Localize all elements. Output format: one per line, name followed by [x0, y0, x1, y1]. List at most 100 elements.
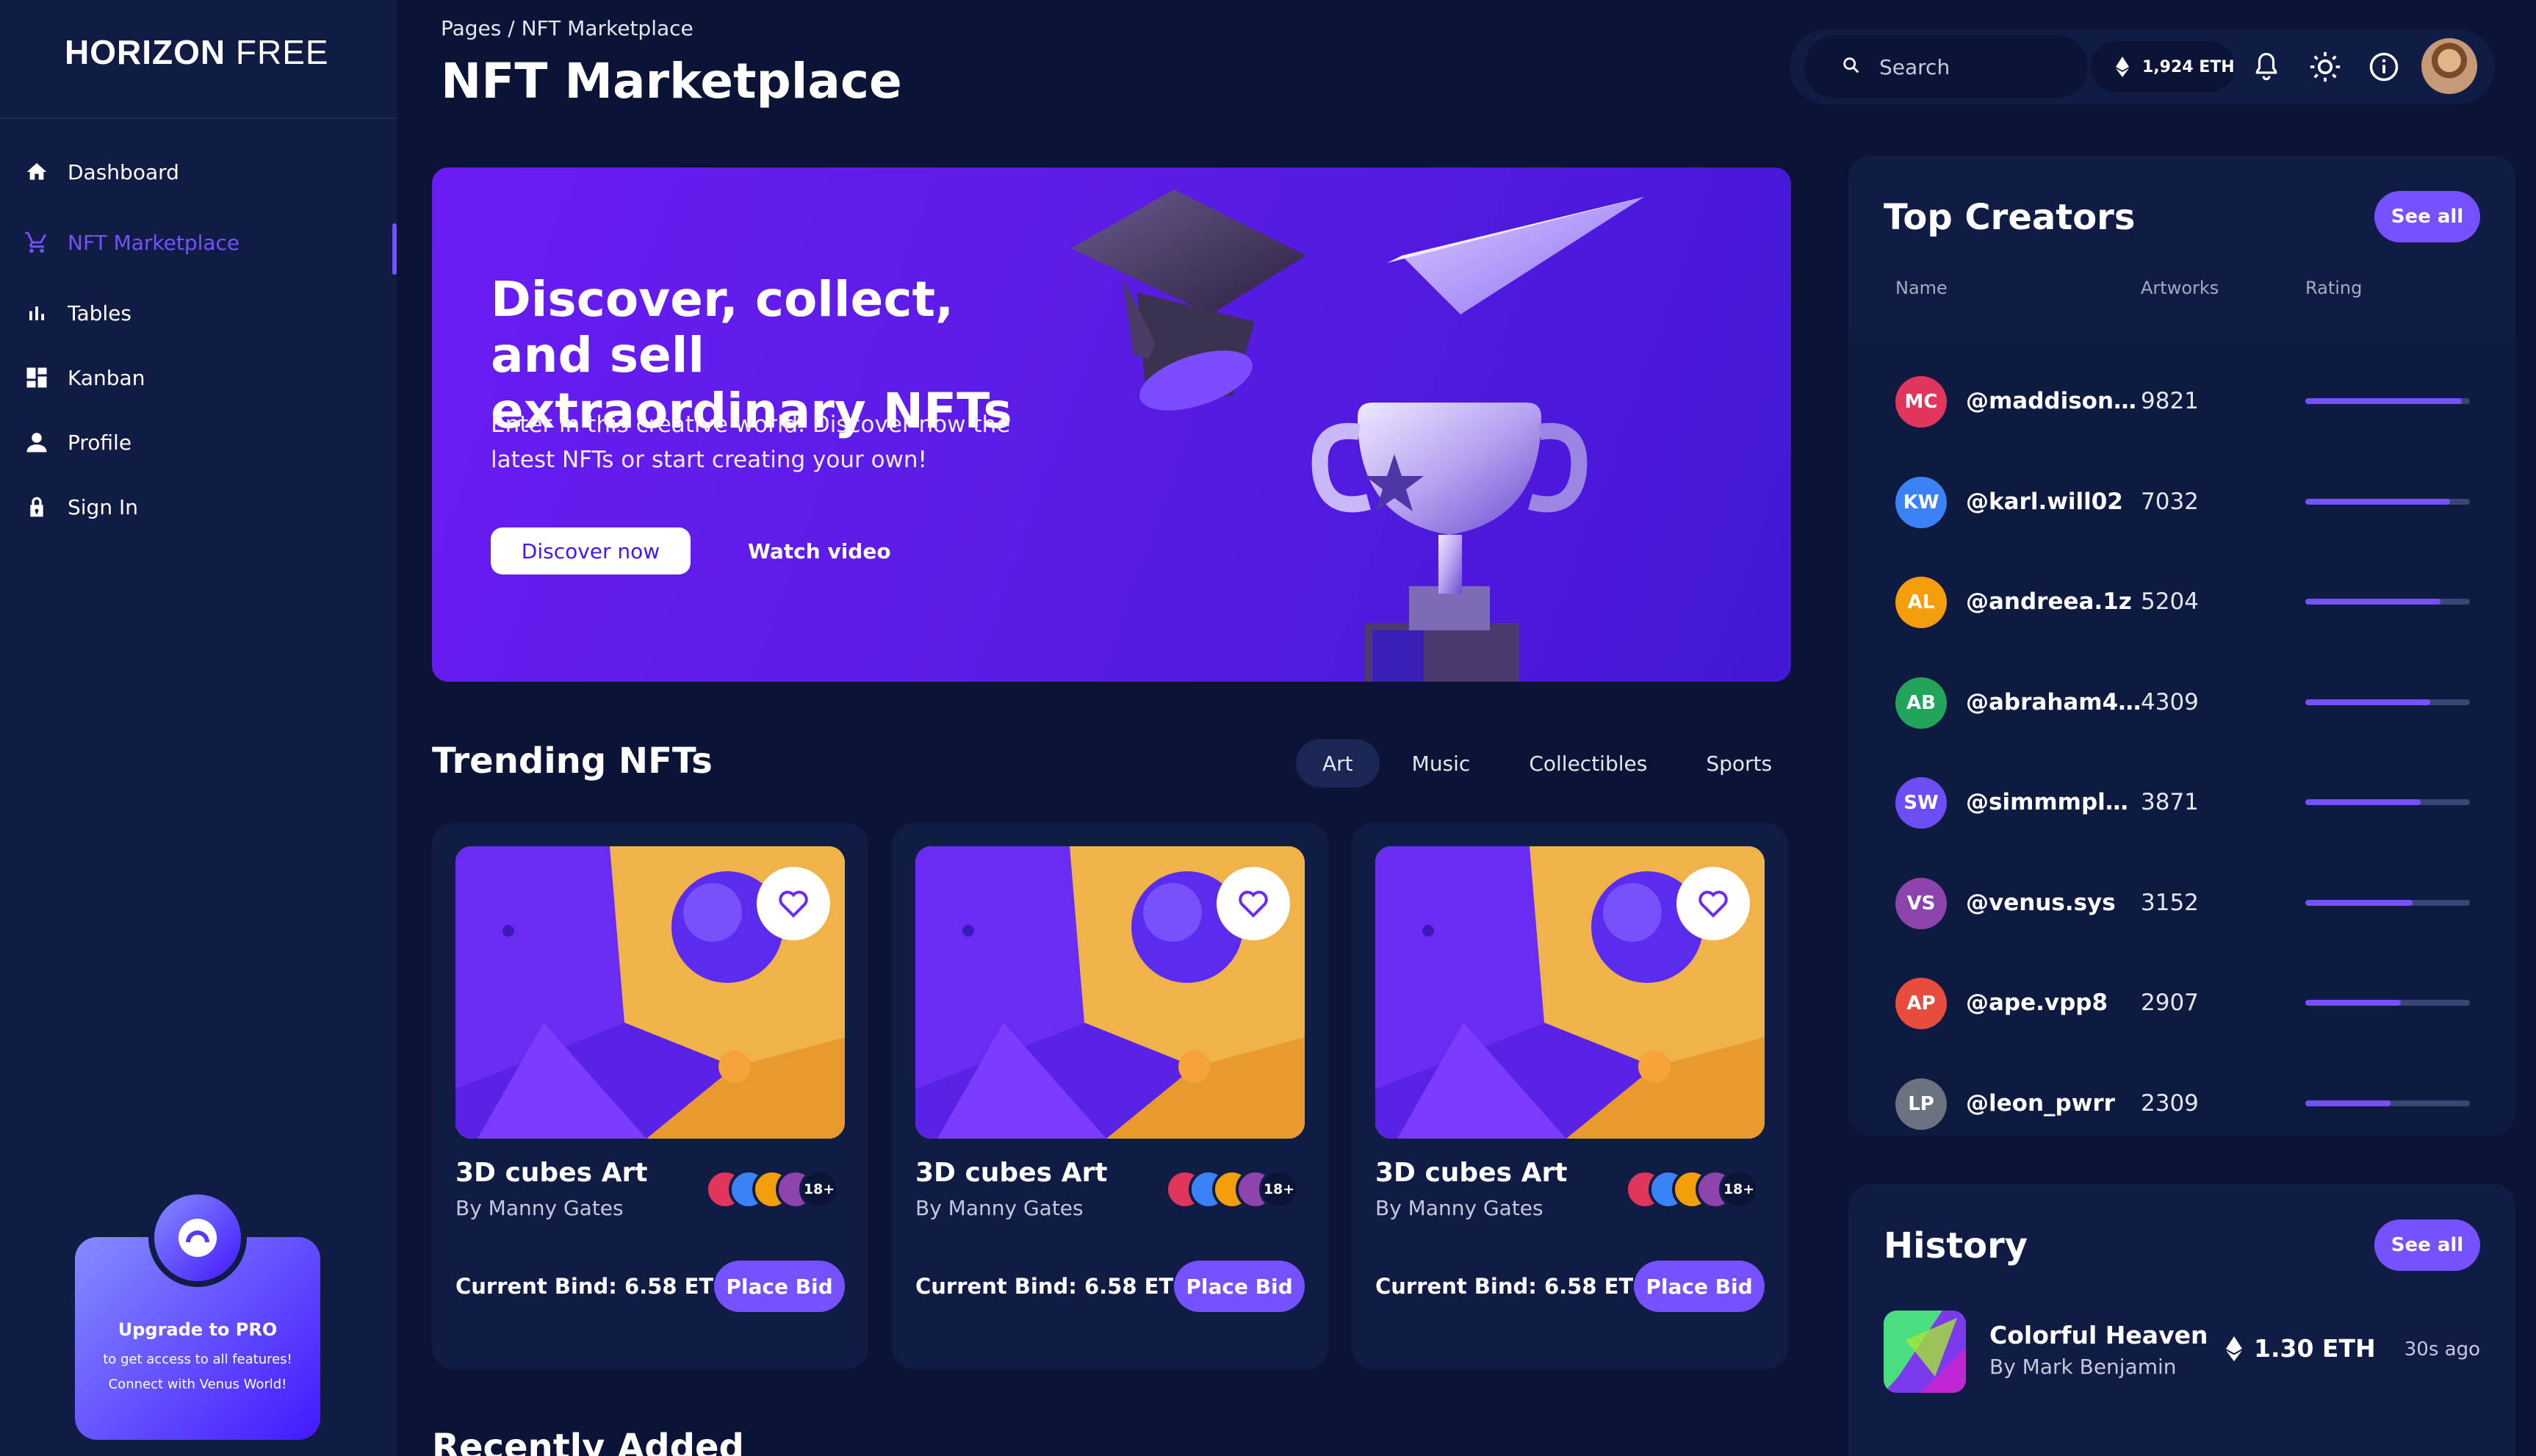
nft-author: By Manny Gates	[1375, 1196, 1543, 1220]
creator-name[interactable]: @karl.will02	[1966, 489, 2142, 515]
nft-card[interactable]: 3D cubes Art By Manny Gates 18+ Current …	[1352, 823, 1788, 1369]
tab-collectibles[interactable]: Collectibles	[1502, 739, 1674, 788]
bidder-avatars: 18+	[1625, 1170, 1772, 1209]
more-bidders-badge: 18+	[1259, 1170, 1299, 1209]
creator-row[interactable]: MC @maddison_c219821	[1848, 348, 2515, 448]
bidder-avatars: 18+	[1165, 1170, 1312, 1209]
creator-name[interactable]: @abraham47y	[1966, 689, 2142, 716]
creator-row[interactable]: AB @abraham47y 4309	[1848, 649, 2515, 749]
search-input[interactable]	[1879, 54, 2070, 79]
favorite-heart-icon[interactable]	[757, 867, 830, 940]
creator-row[interactable]: AL @andreea.1z 5204	[1848, 549, 2515, 649]
see-all-creators-button[interactable]: See all	[2374, 191, 2480, 242]
rating-bar	[2305, 699, 2470, 705]
paper-plane-icon	[1387, 197, 1644, 314]
history-item-name[interactable]: Colorful Heaven	[1989, 1321, 2208, 1349]
creator-name[interactable]: @andreea.1z	[1966, 588, 2142, 615]
creator-name[interactable]: @simmmple.web	[1966, 789, 2142, 815]
creator-row[interactable]: LP @leon_pwrr 2309	[1848, 1050, 2515, 1136]
history-panel: History See all Colorful Heaven By Mark …	[1848, 1184, 2515, 1456]
current-bid: Current Bind: 6.58 ETH	[455, 1274, 732, 1299]
rating-bar-fill	[2305, 1100, 2391, 1106]
creator-row[interactable]: SW @simmmple.web3871	[1848, 749, 2515, 849]
current-bid: Current Bind: 6.58 ETH	[1375, 1274, 1651, 1299]
sidebar-item-tables[interactable]: Tables	[0, 281, 397, 345]
nft-artwork-image[interactable]	[455, 846, 845, 1139]
creator-artworks: 9821	[2141, 388, 2199, 414]
top-toolbar: 1,924 ETH	[1790, 29, 2495, 104]
creator-row[interactable]: VS @venus.sys 3152	[1848, 850, 2515, 950]
see-all-history-button[interactable]: See all	[2374, 1219, 2480, 1271]
creator-row[interactable]: AP @ape.vpp8 2907	[1848, 950, 2515, 1050]
creator-name[interactable]: @maddison_c21	[1966, 388, 2142, 414]
more-bidders-badge: 18+	[799, 1170, 839, 1209]
page-title: NFT Marketplace	[441, 53, 902, 109]
tab-art[interactable]: Art	[1296, 739, 1380, 788]
nft-artwork-image[interactable]	[915, 846, 1305, 1139]
lock-icon	[24, 494, 50, 520]
place-bid-button[interactable]: Place Bid	[1174, 1261, 1305, 1312]
nft-card[interactable]: 3D cubes Art By Manny Gates 18+ Current …	[432, 823, 868, 1369]
sidebar-item-kanban[interactable]: Kanban	[0, 345, 397, 410]
rating-bar	[2305, 899, 2470, 906]
upgrade-card[interactable]: Upgrade to PRO to get access to all feat…	[75, 1189, 320, 1440]
rating-bar	[2305, 498, 2470, 505]
sun-theme-icon[interactable]	[2307, 48, 2344, 85]
favorite-heart-icon[interactable]	[1217, 867, 1290, 940]
history-item-price: 1.30 ETH	[2226, 1334, 2376, 1363]
nft-author: By Manny Gates	[455, 1196, 624, 1220]
history-thumbnail[interactable]	[1884, 1311, 1966, 1393]
upgrade-logo-icon	[148, 1189, 247, 1287]
creator-name[interactable]: @leon_pwrr	[1966, 1090, 2142, 1117]
ethereum-icon	[2116, 57, 2129, 77]
sidebar-item-sign-in[interactable]: Sign In	[0, 475, 397, 539]
info-icon[interactable]	[2366, 48, 2402, 85]
sidebar-item-label: Sign In	[68, 494, 138, 519]
sidebar-item-nft-marketplace[interactable]: NFT Marketplace	[0, 210, 397, 275]
upgrade-title: Upgrade to PRO	[118, 1319, 278, 1340]
history-price-value: 1.30 ETH	[2254, 1334, 2376, 1363]
sidebar-item-dashboard[interactable]: Dashboard	[0, 140, 397, 204]
nft-card[interactable]: 3D cubes Art By Manny Gates 18+ Current …	[892, 823, 1328, 1369]
creator-name[interactable]: @venus.sys	[1966, 890, 2142, 916]
user-avatar[interactable]	[2421, 38, 2477, 94]
place-bid-button[interactable]: Place Bid	[714, 1261, 845, 1312]
column-header-artworks[interactable]: Artworks	[2141, 278, 2219, 298]
search-icon	[1841, 55, 1862, 79]
sidebar-item-label: Kanban	[68, 365, 145, 390]
avatar: VS	[1895, 877, 1947, 929]
nft-artwork-image[interactable]	[1375, 846, 1765, 1139]
discover-now-button[interactable]: Discover now	[491, 527, 691, 574]
avatar: AP	[1895, 978, 1947, 1029]
creator-row[interactable]: KW @karl.will02 7032	[1848, 449, 2515, 549]
creator-artworks: 5204	[2141, 588, 2199, 615]
sidebar-item-profile[interactable]: Profile	[0, 410, 397, 475]
brand-logo[interactable]: HORIZON FREE	[65, 32, 329, 72]
sidebar-item-label: NFT Marketplace	[68, 230, 240, 255]
favorite-heart-icon[interactable]	[1676, 867, 1750, 940]
eth-balance[interactable]: 1,924 ETH	[2091, 41, 2235, 93]
history-title: History	[1884, 1225, 2028, 1266]
bidder-avatars: 18+	[705, 1170, 852, 1209]
active-indicator	[392, 223, 397, 275]
rating-bar-fill	[2305, 899, 2413, 906]
column-header-name[interactable]: Name	[1895, 278, 1948, 298]
nft-title: 3D cubes Art	[915, 1158, 1108, 1188]
watch-video-button[interactable]: Watch video	[748, 527, 891, 574]
search-box[interactable]	[1804, 35, 2088, 98]
eth-balance-value: 1,924 ETH	[2142, 57, 2235, 76]
avatar: SW	[1895, 777, 1947, 829]
tab-music[interactable]: Music	[1386, 739, 1497, 788]
rating-bar-fill	[2305, 599, 2440, 605]
current-bid: Current Bind: 6.58 ETH	[915, 1274, 1192, 1299]
rating-bar	[2305, 799, 2470, 805]
avatar: KW	[1895, 476, 1947, 528]
avatar: AB	[1895, 677, 1947, 729]
place-bid-button[interactable]: Place Bid	[1634, 1261, 1765, 1312]
breadcrumb[interactable]: Pages / NFT Marketplace	[441, 16, 694, 40]
tab-sports[interactable]: Sports	[1679, 739, 1798, 788]
bell-icon[interactable]	[2248, 48, 2285, 85]
creator-artworks: 2907	[2141, 990, 2199, 1016]
column-header-rating[interactable]: Rating	[2305, 278, 2362, 298]
creator-name[interactable]: @ape.vpp8	[1966, 990, 2142, 1016]
